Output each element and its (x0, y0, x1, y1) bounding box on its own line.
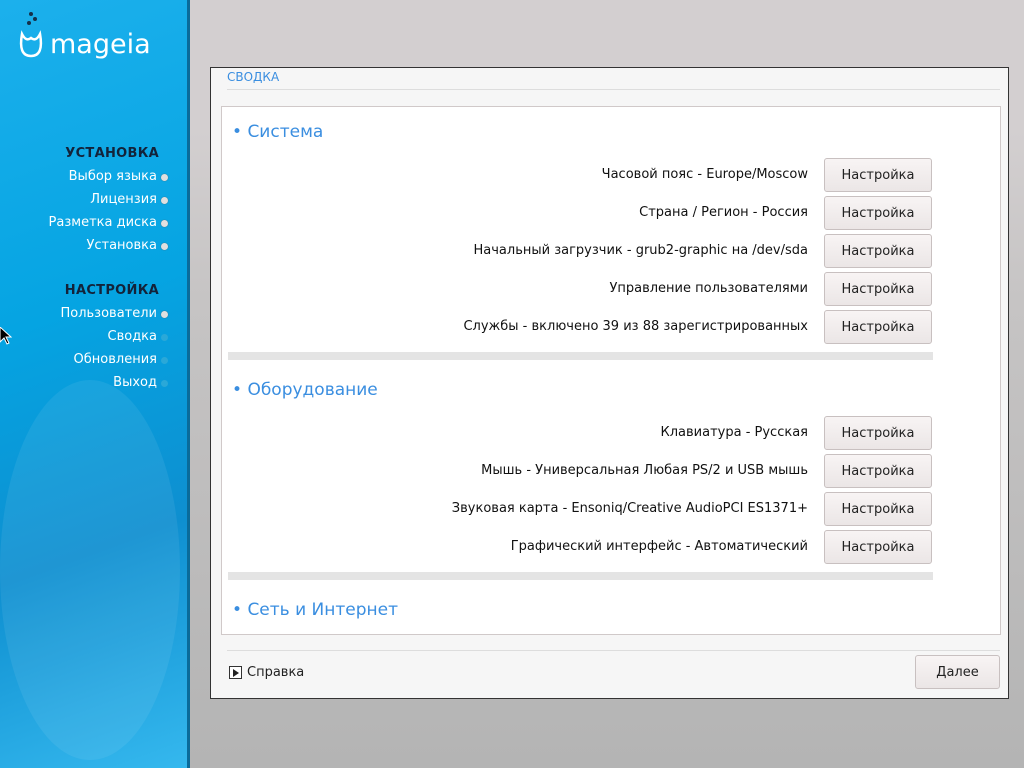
sidebar-item-label: Сводка (107, 329, 158, 344)
row-label: Графический интерфейс - Автоматический (510, 539, 808, 554)
group-title-text: Сеть и Интернет (247, 600, 399, 620)
next-button[interactable]: Далее (915, 655, 1000, 689)
expander-arrow-icon (229, 666, 242, 679)
mageia-logo: mageia (19, 12, 151, 60)
configure-country-button[interactable]: Настройка (824, 196, 932, 230)
summary-window: СВОДКА • Система Часовой пояс - Europe/M… (210, 67, 1009, 699)
configure-keyboard-button[interactable]: Настройка (824, 416, 932, 450)
divider (227, 89, 1000, 90)
sidebar-item-label: Пользователи (60, 306, 157, 321)
row-label: Страна / Регион - Россия (639, 205, 808, 220)
sidebar-item-label: Лицензия (90, 192, 157, 207)
sidebar-item-exit: Выход (113, 375, 168, 390)
group-title-system: • Система (232, 122, 324, 142)
background-decoration (0, 380, 180, 760)
sidebar-item-summary: Сводка (107, 329, 168, 344)
sidebar-item-partitioning: Разметка диска (48, 215, 168, 230)
row-label: Мышь - Универсальная Любая PS/2 и USB мы… (481, 463, 808, 478)
row-label: Клавиатура - Русская (660, 425, 809, 440)
summary-row: Графический интерфейс - Автоматический На… (222, 530, 932, 564)
step-pending-icon (161, 334, 168, 341)
divider (227, 650, 1000, 651)
row-label: Часовой пояс - Europe/Moscow (601, 167, 808, 182)
step-pending-icon (161, 357, 168, 364)
help-expander[interactable]: Справка (229, 665, 304, 680)
sidebar-item-label: Обновления (73, 352, 157, 367)
summary-row: Управление пользователями Настройка (222, 272, 932, 306)
sidebar-item-users: Пользователи (60, 306, 168, 321)
sidebar-item-updates: Обновления (73, 352, 168, 367)
summary-row: Звуковая карта - Ensoniq/Creative AudioP… (222, 492, 932, 526)
step-done-icon (161, 311, 168, 318)
summary-row: Службы - включено 39 из 88 зарегистриров… (222, 310, 932, 344)
sidebar: mageia УСТАНОВКА Выбор языка Лицензия Ра… (0, 0, 190, 768)
group-separator (228, 572, 933, 580)
summary-row: Страна / Регион - Россия Настройка (222, 196, 932, 230)
sidebar-section-install: УСТАНОВКА (65, 146, 159, 161)
summary-scroll-area[interactable]: • Система Часовой пояс - Europe/Moscow На… (221, 106, 1001, 635)
group-title-network: • Сеть и Интернет (232, 600, 399, 620)
window-title: СВОДКА (227, 70, 280, 84)
step-done-icon (161, 197, 168, 204)
sidebar-item-language: Выбор языка (68, 169, 168, 184)
row-label: Начальный загрузчик - grub2-graphic на /… (473, 243, 809, 258)
step-pending-icon (161, 380, 168, 387)
summary-row: Клавиатура - Русская Настройка (222, 416, 932, 450)
group-title-text: Оборудование (247, 380, 378, 400)
group-title-text: Система (247, 122, 324, 142)
configure-services-button[interactable]: Настройка (824, 310, 932, 344)
step-done-icon (161, 243, 168, 250)
configure-users-button[interactable]: Настройка (824, 272, 932, 306)
summary-row: Мышь - Универсальная Любая PS/2 и USB мы… (222, 454, 932, 488)
sidebar-section-config: НАСТРОЙКА (64, 283, 159, 298)
row-label: Управление пользователями (609, 281, 808, 296)
row-label: Звуковая карта - Ensoniq/Creative AudioP… (451, 501, 808, 516)
group-title-hardware: • Оборудование (232, 380, 378, 400)
step-done-icon (161, 174, 168, 181)
summary-row: Часовой пояс - Europe/Moscow Настройка (222, 158, 932, 192)
configure-soundcard-button[interactable]: Настройка (824, 492, 932, 526)
sidebar-item-label: Установка (86, 238, 157, 253)
sidebar-item-license: Лицензия (90, 192, 168, 207)
mouse-cursor-icon (0, 327, 12, 345)
summary-row: Начальный загрузчик - grub2-graphic на /… (222, 234, 932, 268)
sidebar-item-label: Разметка диска (48, 215, 157, 230)
configure-mouse-button[interactable]: Настройка (824, 454, 932, 488)
row-label: Службы - включено 39 из 88 зарегистриров… (463, 319, 808, 334)
group-separator (228, 352, 933, 360)
sidebar-item-installation: Установка (86, 238, 168, 253)
step-done-icon (161, 220, 168, 227)
svg-text:mageia: mageia (50, 29, 151, 60)
configure-graphics-button[interactable]: Настройка (824, 530, 932, 564)
sidebar-item-label: Выход (113, 375, 157, 390)
configure-timezone-button[interactable]: Настройка (824, 158, 932, 192)
configure-bootloader-button[interactable]: Настройка (824, 234, 932, 268)
sidebar-item-label: Выбор языка (68, 169, 157, 184)
help-label: Справка (247, 665, 305, 680)
